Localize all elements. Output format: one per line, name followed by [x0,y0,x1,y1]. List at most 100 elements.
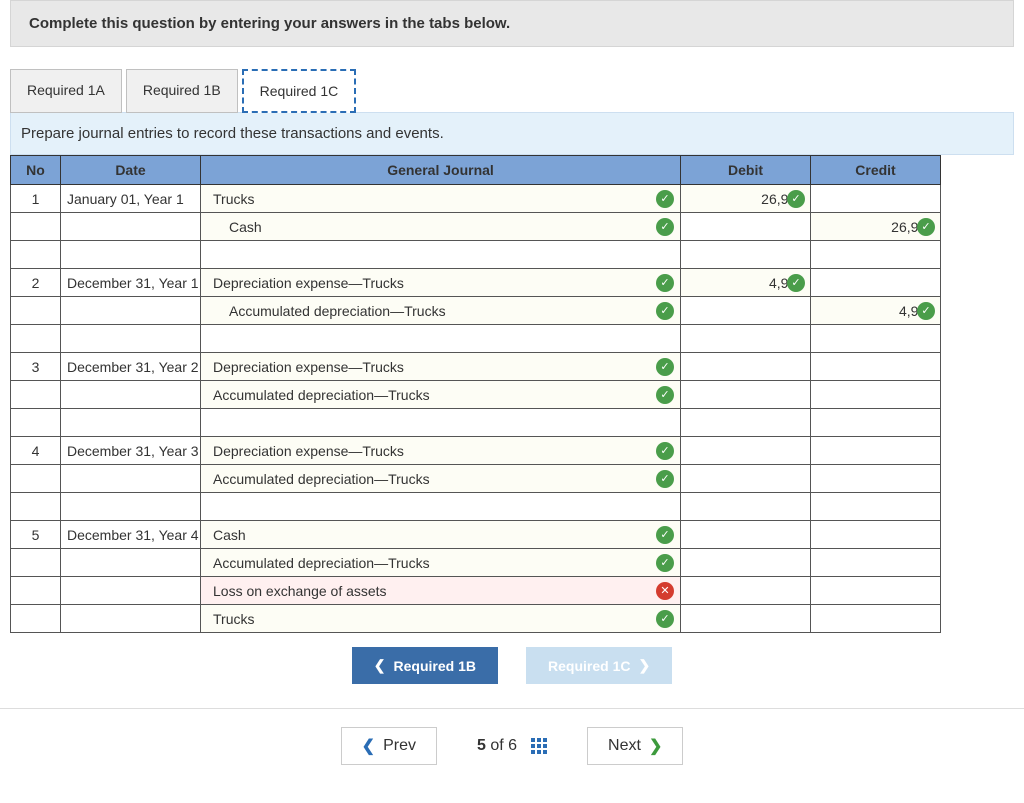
tab-required-1a[interactable]: Required 1A [10,69,122,113]
page-total: 6 [508,737,517,754]
cell-credit[interactable] [811,185,941,213]
cell-date[interactable]: December 31, Year 3 [61,437,201,465]
cell-credit[interactable] [811,437,941,465]
cell-date[interactable] [61,465,201,493]
next-label: Next [608,737,641,755]
check-icon: ✓ [656,218,674,236]
cell-date[interactable]: December 31, Year 4 [61,521,201,549]
cell-credit[interactable] [811,353,941,381]
chevron-right-icon: ❯ [649,736,662,756]
cell-debit[interactable] [681,465,811,493]
cell-date[interactable] [61,605,201,633]
cell-debit[interactable] [681,521,811,549]
cell-debit[interactable] [681,437,811,465]
check-icon: ✓ [656,554,674,572]
cell-no [11,577,61,605]
cell-account[interactable]: Trucks✓ [201,605,681,633]
prev-tab-button[interactable]: ❮ Required 1B [352,647,498,684]
spacer-row [11,241,941,269]
cell-account[interactable]: Loss on exchange of assets✕ [201,577,681,605]
cell-date[interactable] [61,297,201,325]
journal-row: Cash ✓ 26,950✓ [11,213,941,241]
cell-account[interactable]: Accumulated depreciation—Trucks ✓ [201,549,681,577]
check-icon: ✓ [656,274,674,292]
cell-debit[interactable] [681,297,811,325]
account-name: Accumulated depreciation—Trucks [207,555,430,571]
instruction-bar: Complete this question by entering your … [10,0,1014,47]
col-header-date: Date [61,156,201,185]
cell-account[interactable]: Cash✓ [201,521,681,549]
cell-account[interactable]: Depreciation expense—Trucks✓ [201,353,681,381]
journal-row: Loss on exchange of assets✕ [11,577,941,605]
cell-credit[interactable] [811,549,941,577]
check-icon: ✓ [787,274,805,292]
cell-debit[interactable] [681,549,811,577]
cell-date[interactable]: January 01, Year 1 [61,185,201,213]
tab-required-1c[interactable]: Required 1C [242,69,357,113]
cell-credit[interactable]: 4,960✓ [811,297,941,325]
cell-credit[interactable] [811,269,941,297]
prev-label: Prev [383,737,416,755]
chevron-left-icon: ❮ [374,657,386,674]
col-header-credit: Credit [811,156,941,185]
grid-icon[interactable] [531,738,547,754]
next-tab-label: Required 1C [548,658,630,674]
cell-date[interactable]: December 31, Year 1 [61,269,201,297]
page-indicator: 5 of 6 [477,737,547,755]
cell-debit[interactable] [681,577,811,605]
cell-date[interactable] [61,381,201,409]
prev-tab-label: Required 1B [394,658,476,674]
cell-account[interactable]: Cash ✓ [201,213,681,241]
cell-account[interactable]: Trucks ✓ [201,185,681,213]
cell-debit[interactable]: 4,960✓ [681,269,811,297]
account-name: Loss on exchange of assets [207,583,387,599]
journal-row: Accumulated depreciation—Trucks✓ [11,465,941,493]
cell-credit[interactable]: 26,950✓ [811,213,941,241]
journal-row: Accumulated depreciation—Trucks✓ [11,381,941,409]
account-name: Trucks [207,191,254,207]
cell-debit[interactable] [681,381,811,409]
cell-date[interactable] [61,577,201,605]
cell-no: 2 [11,269,61,297]
journal-table: No Date General Journal Debit Credit 1Ja… [10,155,941,633]
tab-required-1b[interactable]: Required 1B [126,69,238,113]
cell-credit[interactable] [811,521,941,549]
journal-row: 1January 01, Year 1Trucks✓26,950✓ [11,185,941,213]
cell-date[interactable] [61,549,201,577]
cell-no [11,381,61,409]
journal-row: 5December 31, Year 4Cash✓ [11,521,941,549]
cell-no: 3 [11,353,61,381]
cell-debit[interactable] [681,353,811,381]
check-icon: ✓ [787,190,805,208]
account-name: Accumulated depreciation—Trucks [207,303,446,319]
next-question-button[interactable]: Next ❯ [587,727,683,765]
col-header-debit: Debit [681,156,811,185]
cell-date[interactable]: December 31, Year 2 [61,353,201,381]
cell-no: 5 [11,521,61,549]
prev-question-button[interactable]: ❮ Prev [341,727,437,765]
cell-account[interactable]: Accumulated depreciation—Trucks ✓ [201,297,681,325]
cell-account[interactable]: Accumulated depreciation—Trucks✓ [201,465,681,493]
cell-account[interactable]: Accumulated depreciation—Trucks✓ [201,381,681,409]
cell-account[interactable]: Depreciation expense—Trucks✓ [201,437,681,465]
question-pager: ❮ Prev 5 of 6 Next ❯ [0,708,1024,783]
cell-no [11,213,61,241]
check-icon: ✓ [656,190,674,208]
account-name: Cash [207,219,262,235]
cell-credit[interactable] [811,381,941,409]
journal-row: 3December 31, Year 2Depreciation expense… [11,353,941,381]
check-icon: ✓ [656,386,674,404]
sub-instruction: Prepare journal entries to record these … [10,112,1014,155]
cell-credit[interactable] [811,605,941,633]
check-icon: ✓ [656,302,674,320]
check-icon: ✓ [656,610,674,628]
cell-debit[interactable] [681,605,811,633]
check-icon: ✓ [917,302,935,320]
cell-credit[interactable] [811,465,941,493]
cell-debit[interactable] [681,213,811,241]
cell-account[interactable]: Depreciation expense—Trucks✓ [201,269,681,297]
cell-no [11,465,61,493]
cell-date[interactable] [61,213,201,241]
cell-credit[interactable] [811,577,941,605]
cell-debit[interactable]: 26,950✓ [681,185,811,213]
